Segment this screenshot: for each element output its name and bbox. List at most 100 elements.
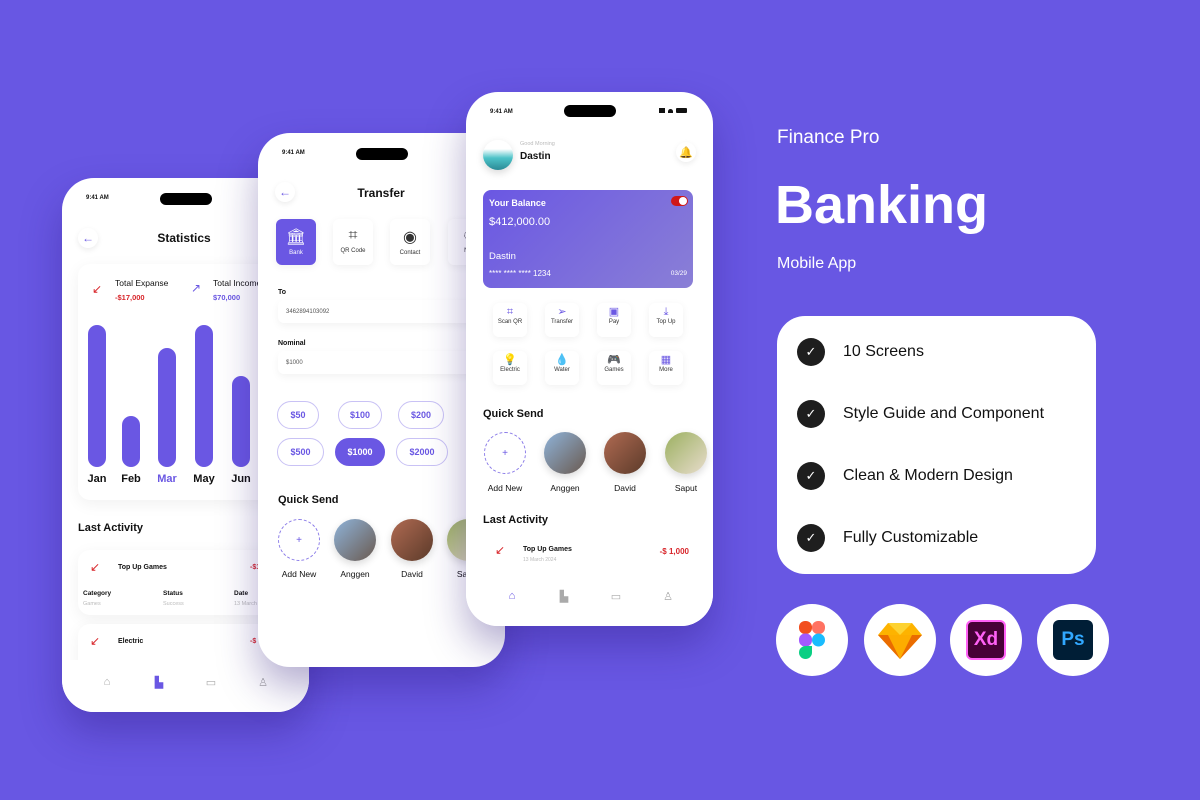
bar-mar[interactable]	[158, 347, 176, 467]
chart-icon[interactable]: ▙	[155, 676, 163, 689]
income-label: Total Income	[213, 278, 262, 288]
greeting: Good Morning	[520, 141, 555, 147]
quick-send-heading: Quick Send	[278, 494, 339, 506]
tab-qr-code[interactable]: ⌗ QR Code	[333, 219, 373, 265]
activity-amount: -$ 1,000	[659, 547, 689, 556]
contact-name: Anggen	[550, 483, 580, 493]
action-top-up[interactable]: ⤓ Top Up	[649, 303, 683, 337]
contact-name: Anggen	[340, 569, 370, 579]
month-label: Jun	[231, 473, 251, 485]
user-name: Dastin	[520, 151, 551, 162]
amount-chip[interactable]: $500	[277, 438, 324, 466]
add-new-button[interactable]: +	[278, 519, 320, 561]
back-button[interactable]: ←	[275, 182, 295, 202]
feature-item: ✓ Clean & Modern Design	[797, 462, 1013, 490]
bell-icon[interactable]: 🔔	[676, 142, 696, 162]
category-value: Games	[83, 601, 101, 607]
activity-name: Electric	[118, 638, 144, 645]
status-label: Status	[163, 590, 183, 597]
chart-icon[interactable]: ▙	[560, 590, 568, 603]
amount-chip-selected[interactable]: $1000	[335, 438, 385, 466]
action-games[interactable]: 🎮 Games	[597, 351, 631, 385]
status-value: Success	[163, 601, 184, 607]
arrow-up-right-icon: ↗	[191, 281, 202, 295]
card-icon[interactable]: ▭	[611, 590, 621, 603]
add-new-button[interactable]: +	[484, 432, 526, 474]
card-holder: Dastin	[489, 251, 516, 262]
avatar[interactable]	[391, 519, 433, 561]
home-icon[interactable]: ⌂	[509, 590, 516, 602]
action-scan-qr[interactable]: ⌗ Scan QR	[493, 303, 527, 337]
avatar[interactable]	[334, 519, 376, 561]
xd-logo-icon: Xd	[950, 604, 1022, 676]
activity-name: Top Up Games	[523, 546, 572, 553]
check-icon: ✓	[797, 338, 825, 366]
status-time: 9:41 AM	[282, 150, 305, 156]
feature-label: 10 Screens	[843, 343, 924, 360]
promo-subtitle: Mobile App	[777, 255, 857, 272]
last-activity-heading: Last Activity	[483, 514, 549, 526]
photoshop-logo-icon: Ps	[1037, 604, 1109, 676]
sketch-logo-icon	[864, 604, 936, 676]
check-icon: ✓	[797, 462, 825, 490]
bar-jun[interactable]	[232, 376, 250, 467]
contact-name: David	[401, 569, 423, 579]
category-label: Category	[83, 590, 112, 597]
bar-jan[interactable]	[88, 325, 106, 467]
avatar[interactable]	[665, 432, 707, 474]
amount-chip[interactable]: $200	[398, 401, 444, 429]
profile-icon[interactable]: ♙	[663, 590, 673, 603]
home-icon[interactable]: ⌂	[104, 676, 111, 688]
feature-label: Clean & Modern Design	[843, 467, 1013, 484]
bar-may[interactable]	[195, 325, 213, 467]
amount-chip[interactable]: $100	[338, 401, 382, 429]
action-more[interactable]: ▦ More	[649, 351, 683, 385]
features-card: ✓ 10 Screens ✓ Style Guide and Component ✓…	[777, 316, 1096, 574]
month-label: Jan	[87, 473, 107, 485]
avatar[interactable]	[544, 432, 586, 474]
month-label: Mar	[157, 473, 177, 485]
card-number: **** **** **** 1234	[489, 269, 551, 278]
income-value: $70,000	[213, 293, 241, 302]
card-icon[interactable]: ▭	[206, 676, 216, 689]
amount-chip[interactable]: $50	[277, 401, 319, 429]
avatar[interactable]	[604, 432, 646, 474]
back-button[interactable]: ←	[78, 228, 98, 248]
contact-name: David	[614, 483, 636, 493]
card-toggle[interactable]	[671, 196, 688, 206]
activity-item[interactable]: ↙ Top Up Games 13 March 2024 -$ 1,000	[483, 535, 693, 565]
contact-icon: ◉	[403, 229, 417, 246]
home-screen: 9:41 AM Good Morning Dastin 🔔 Your Balan…	[466, 92, 713, 626]
expense-label: Total Expanse	[115, 278, 169, 288]
balance-card[interactable]: Your Balance $412,000.00 Dastin **** ***…	[483, 190, 693, 288]
contact-name: Saput	[674, 483, 698, 493]
signal-icon	[659, 108, 665, 113]
action-electric[interactable]: 💡 Electric	[493, 351, 527, 385]
action-pay[interactable]: ▣ Pay	[597, 303, 631, 337]
action-water[interactable]: 💧 Water	[545, 351, 579, 385]
feature-label: Style Guide and Component	[843, 405, 1045, 422]
check-icon: ✓	[797, 524, 825, 552]
bar-feb[interactable]	[122, 415, 140, 467]
feature-item: ✓ Style Guide and Component	[797, 400, 1044, 428]
action-label: Scan QR	[497, 319, 523, 325]
action-transfer[interactable]: ➢ Transfer	[545, 303, 579, 337]
tab-contact[interactable]: ◉ Contact	[390, 219, 430, 265]
tab-bank[interactable]: 🏛 Bank	[276, 219, 316, 265]
tab-label: Contact	[399, 250, 421, 256]
feature-item: ✓ Fully Customizable	[797, 524, 978, 552]
activity-amount: -$	[250, 638, 257, 645]
action-label: Water	[554, 367, 570, 373]
user-avatar[interactable]	[483, 140, 513, 170]
bottom-nav: ⌂ ▙ ▭ ♙	[466, 574, 713, 626]
card-expiry: 03/29	[670, 270, 687, 277]
status-time: 9:41 AM	[490, 109, 513, 115]
wifi-icon	[668, 108, 673, 113]
balance-label: Your Balance	[489, 198, 546, 208]
amount-chip[interactable]: $2000	[396, 438, 448, 466]
feature-item: ✓ 10 Screens	[797, 338, 924, 366]
notch	[356, 148, 408, 160]
promo-title: Banking	[775, 175, 989, 235]
electric-icon: 💡	[503, 354, 517, 366]
profile-icon[interactable]: ♙	[258, 676, 268, 689]
